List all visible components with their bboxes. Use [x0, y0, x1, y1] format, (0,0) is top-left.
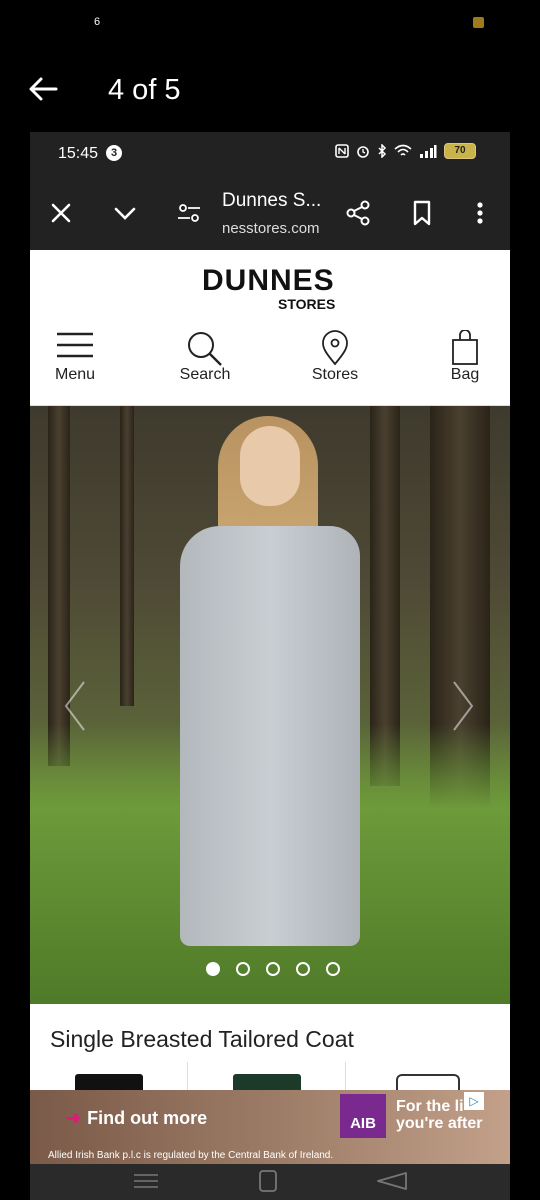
status-corner-icon	[473, 17, 484, 28]
carousel-dot[interactable]	[266, 962, 280, 976]
more-options-icon[interactable]	[465, 198, 495, 228]
nav-bag[interactable]: Bag	[420, 330, 510, 384]
carousel-dot[interactable]	[236, 962, 250, 976]
screenshot-frame: 15:45 3 70 Dunnes S... nesstores.com DUN…	[30, 132, 510, 1200]
home-icon[interactable]	[256, 1168, 280, 1194]
model-coat	[180, 526, 360, 946]
thumbnail[interactable]	[188, 1062, 346, 1092]
status-time: 15:45	[58, 145, 99, 162]
page-url[interactable]: nesstores.com	[222, 220, 320, 237]
battery-indicator: 70	[444, 143, 476, 159]
bluetooth-icon	[378, 144, 387, 158]
close-icon[interactable]	[46, 198, 76, 228]
nav-stores[interactable]: Stores	[290, 330, 380, 384]
nav-menu[interactable]: Menu	[30, 330, 120, 384]
arrow-right-icon: ➜	[66, 1108, 82, 1128]
phone-status-bar: 15:45 3 70	[30, 132, 510, 176]
nfc-icon	[335, 144, 349, 158]
bag-icon	[452, 330, 478, 365]
alarm-icon	[357, 146, 369, 158]
bookmark-icon[interactable]	[407, 198, 437, 228]
status-notification-number: 6	[94, 16, 101, 28]
dunnes-logo[interactable]: DUNNES	[202, 264, 335, 298]
image-viewer-bar: 4 of 5	[0, 60, 540, 124]
ad-cta[interactable]: ➜ Find out more	[66, 1108, 207, 1129]
carousel-prev-icon[interactable]	[60, 676, 90, 736]
product-hero-image[interactable]	[30, 406, 510, 1004]
system-navigation-bar	[30, 1164, 510, 1200]
signal-icon	[420, 145, 437, 158]
dunnes-logo-sub: STORES	[278, 296, 336, 312]
page-title: Dunnes S...	[222, 190, 322, 211]
back-icon[interactable]	[374, 1170, 410, 1192]
ad-legal-text: Allied Irish Bank p.l.c is regulated by …	[48, 1150, 334, 1161]
recents-icon[interactable]	[130, 1170, 162, 1192]
aib-ad-banner[interactable]: ➜ Find out more AIB For the li you're afte…	[30, 1090, 510, 1164]
carousel-dot[interactable]	[296, 962, 310, 976]
search-icon	[188, 332, 222, 366]
browser-toolbar: Dunnes S... nesstores.com	[30, 176, 510, 250]
carousel-dot[interactable]	[206, 962, 220, 976]
status-icons: 70	[335, 143, 476, 159]
back-arrow-icon[interactable]	[26, 72, 60, 106]
share-icon[interactable]	[343, 198, 373, 228]
product-title-section: Single Breasted Tailored Coat	[30, 1004, 510, 1063]
ad-cta-label: Find out more	[87, 1108, 208, 1128]
nav-search-label: Search	[179, 366, 231, 383]
product-thumbnails	[30, 1062, 510, 1092]
carousel-dots	[206, 962, 340, 976]
site-settings-icon[interactable]	[174, 198, 204, 228]
model-head	[240, 426, 300, 506]
chevron-down-icon[interactable]	[110, 198, 140, 228]
hamburger-icon	[57, 332, 93, 358]
nav-stores-label: Stores	[311, 366, 359, 383]
product-title: Single Breasted Tailored Coat	[50, 1026, 354, 1052]
notification-badge: 3	[106, 145, 122, 161]
outer-status-bar: 6	[0, 0, 540, 50]
tree-trunk	[120, 406, 134, 706]
viewer-page-counter: 4 of 5	[108, 74, 181, 106]
nav-search[interactable]: Search	[160, 330, 250, 384]
wifi-icon	[394, 144, 412, 156]
nav-menu-label: Menu	[54, 366, 96, 383]
carousel-next-icon[interactable]	[448, 676, 478, 736]
ad-choices-icon[interactable]: ▷	[464, 1092, 484, 1110]
thumbnail[interactable]	[30, 1062, 188, 1092]
site-header: DUNNES STORES Menu Search Stores Bag	[30, 250, 510, 406]
thumbnail[interactable]	[346, 1062, 510, 1092]
location-pin-icon	[322, 330, 348, 366]
nav-bag-label: Bag	[450, 366, 480, 383]
aib-logo: AIB	[340, 1094, 386, 1138]
carousel-dot[interactable]	[326, 962, 340, 976]
ad-tagline-line2: you're after	[396, 1115, 483, 1132]
ad-tagline-line1: For the li	[396, 1098, 464, 1115]
